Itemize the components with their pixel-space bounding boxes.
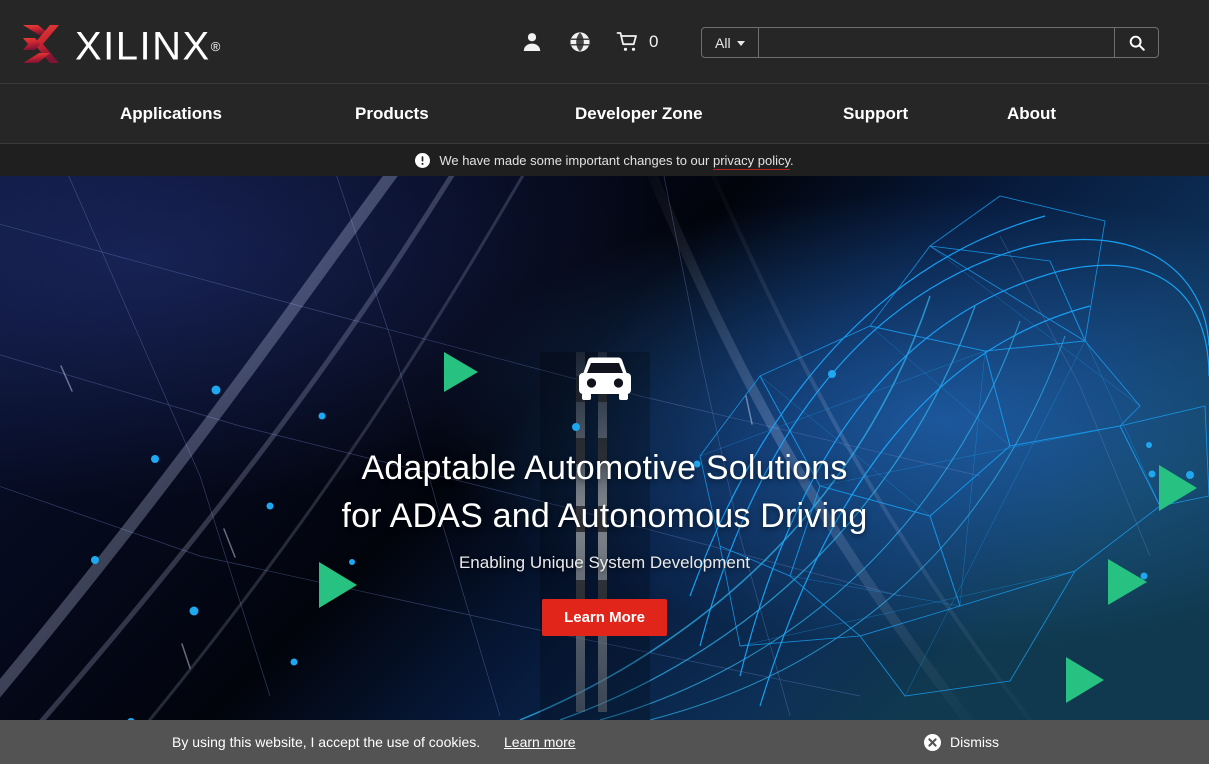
xilinx-x-logo-icon <box>23 24 59 63</box>
alert-exclamation-icon <box>415 152 431 168</box>
hero-subtitle: Enabling Unique System Development <box>458 553 751 572</box>
privacy-policy-link[interactable]: privacy policy <box>712 152 791 170</box>
nav-item-developer-zone[interactable]: Developer Zone <box>575 84 703 144</box>
hero-title: Adaptable Automotive Solutions for ADAS … <box>342 444 868 540</box>
nav-item-about[interactable]: About <box>1007 84 1056 144</box>
cookie-dismiss-label: Dismiss <box>950 734 999 750</box>
cookie-learn-more-link[interactable]: Learn more <box>504 734 576 750</box>
search-input[interactable] <box>758 28 1114 57</box>
privacy-notice-text: We have made some important changes to o… <box>439 152 794 170</box>
main-navigation: Applications Products Developer Zone Sup… <box>0 84 1209 144</box>
globe-icon[interactable] <box>568 30 592 54</box>
hero-content: Adaptable Automotive Solutions for ADAS … <box>0 176 1209 720</box>
car-front-icon <box>578 357 631 400</box>
brand-name-text: XILINX <box>75 24 211 69</box>
brand-name: XILINX® <box>75 19 220 68</box>
hero-banner: Adaptable Automotive Solutions for ADAS … <box>0 176 1209 720</box>
learn-more-button[interactable]: Learn More <box>542 599 667 636</box>
privacy-notice-lead: We have made some important changes to o… <box>439 152 713 168</box>
shopping-cart-icon <box>616 32 637 51</box>
nav-item-products[interactable]: Products <box>355 84 429 144</box>
search-bar: All <box>701 27 1159 58</box>
privacy-notice-banner: We have made some important changes to o… <box>0 144 1209 176</box>
privacy-notice-period: . <box>790 152 794 168</box>
search-icon <box>1129 35 1145 51</box>
header-utility-icons: 0 <box>520 30 658 54</box>
cookie-consent-bar: By using this website, I accept the use … <box>0 720 1209 764</box>
cart-button[interactable]: 0 <box>616 30 658 54</box>
chevron-down-icon <box>736 41 745 46</box>
nav-item-applications[interactable]: Applications <box>120 84 222 144</box>
user-icon[interactable] <box>520 30 544 54</box>
close-circle-icon <box>924 733 941 751</box>
registered-mark: ® <box>210 39 221 54</box>
page-root: XILINX® 0 All Applications Products Deve… <box>0 0 1209 764</box>
site-header: XILINX® 0 All <box>0 0 1209 84</box>
cookie-dismiss-button[interactable]: Dismiss <box>924 733 999 751</box>
brand-logo[interactable]: XILINX® <box>21 19 220 68</box>
nav-list: Applications Products Developer Zone Sup… <box>0 84 1209 144</box>
search-scope-dropdown[interactable]: All <box>702 28 759 57</box>
hero-title-line-1: Adaptable Automotive Solutions <box>361 449 848 487</box>
cart-count: 0 <box>649 32 659 51</box>
search-submit-button[interactable] <box>1114 28 1158 57</box>
cookie-consent-text: By using this website, I accept the use … <box>172 734 481 750</box>
nav-item-support[interactable]: Support <box>843 84 908 144</box>
search-scope-label: All <box>715 34 731 51</box>
hero-title-line-2: for ADAS and Autonomous Driving <box>341 497 868 535</box>
